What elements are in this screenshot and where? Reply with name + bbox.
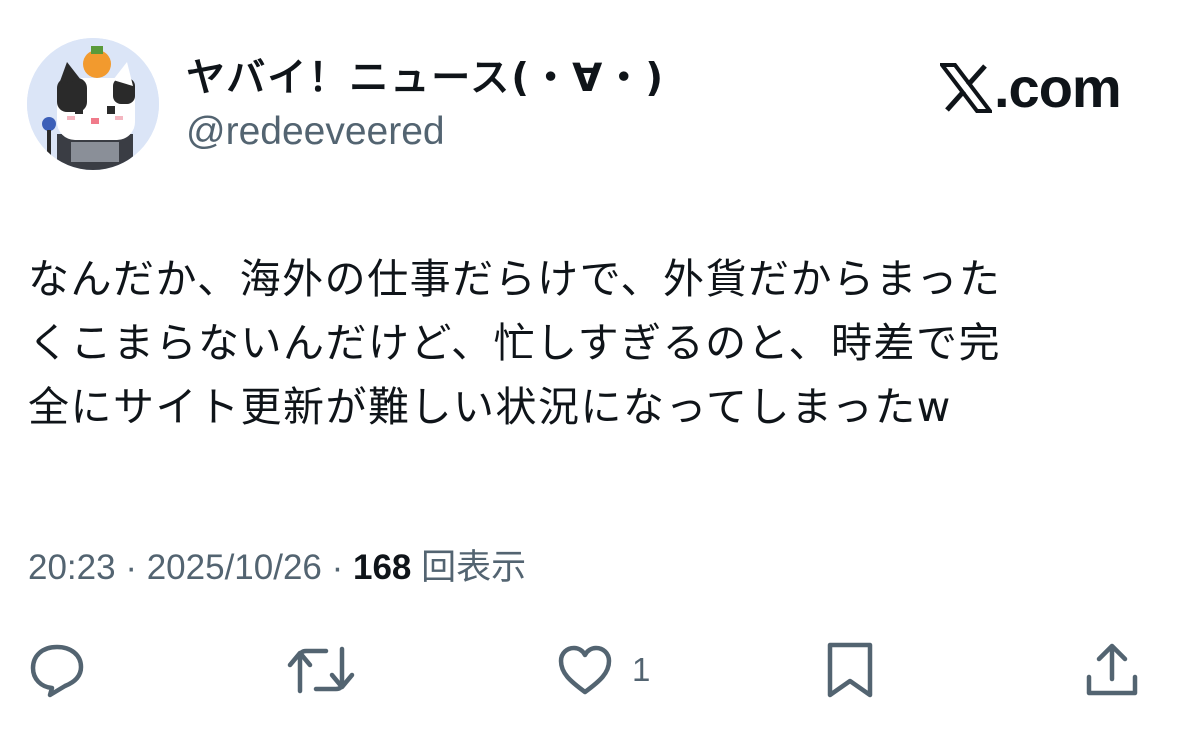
cat-avatar-icon	[27, 38, 159, 170]
avatar[interactable]	[27, 38, 159, 170]
tweet-text: なんだか、海外の仕事だらけで、外貨だからまった くこまらないんだけど、忙しすぎる…	[28, 255, 1002, 431]
like-count: 1	[632, 651, 651, 688]
bookmark-button[interactable]	[824, 640, 876, 700]
bookmark-icon	[827, 642, 873, 698]
share-icon	[1086, 643, 1138, 696]
tweet-date[interactable]: 2025/10/26	[147, 548, 322, 587]
tweet-time[interactable]: 20:23	[28, 548, 116, 587]
views-label: 回表示	[421, 548, 527, 587]
reply-button[interactable]	[28, 640, 86, 700]
reply-icon	[30, 644, 84, 698]
retweet-button[interactable]	[286, 640, 356, 700]
views-count: 168	[352, 548, 412, 587]
tweet-meta: 20:23 · 2025/10/26 · 168 回表示	[28, 543, 526, 593]
retweet-icon	[287, 646, 355, 694]
meta-separator: ·	[321, 548, 353, 587]
author-handle[interactable]: @redeeveered	[186, 107, 445, 157]
x-logo-icon	[940, 63, 992, 113]
like-button[interactable]: 1	[556, 640, 650, 700]
share-button[interactable]	[1083, 640, 1141, 700]
site-logo[interactable]: .com	[940, 56, 1122, 119]
meta-separator: ·	[115, 548, 147, 587]
site-domain-suffix: .com	[994, 56, 1122, 119]
like-icon	[558, 645, 612, 695]
author-display-name[interactable]: ヤバイ！ニュース(・∀・)	[186, 54, 665, 104]
